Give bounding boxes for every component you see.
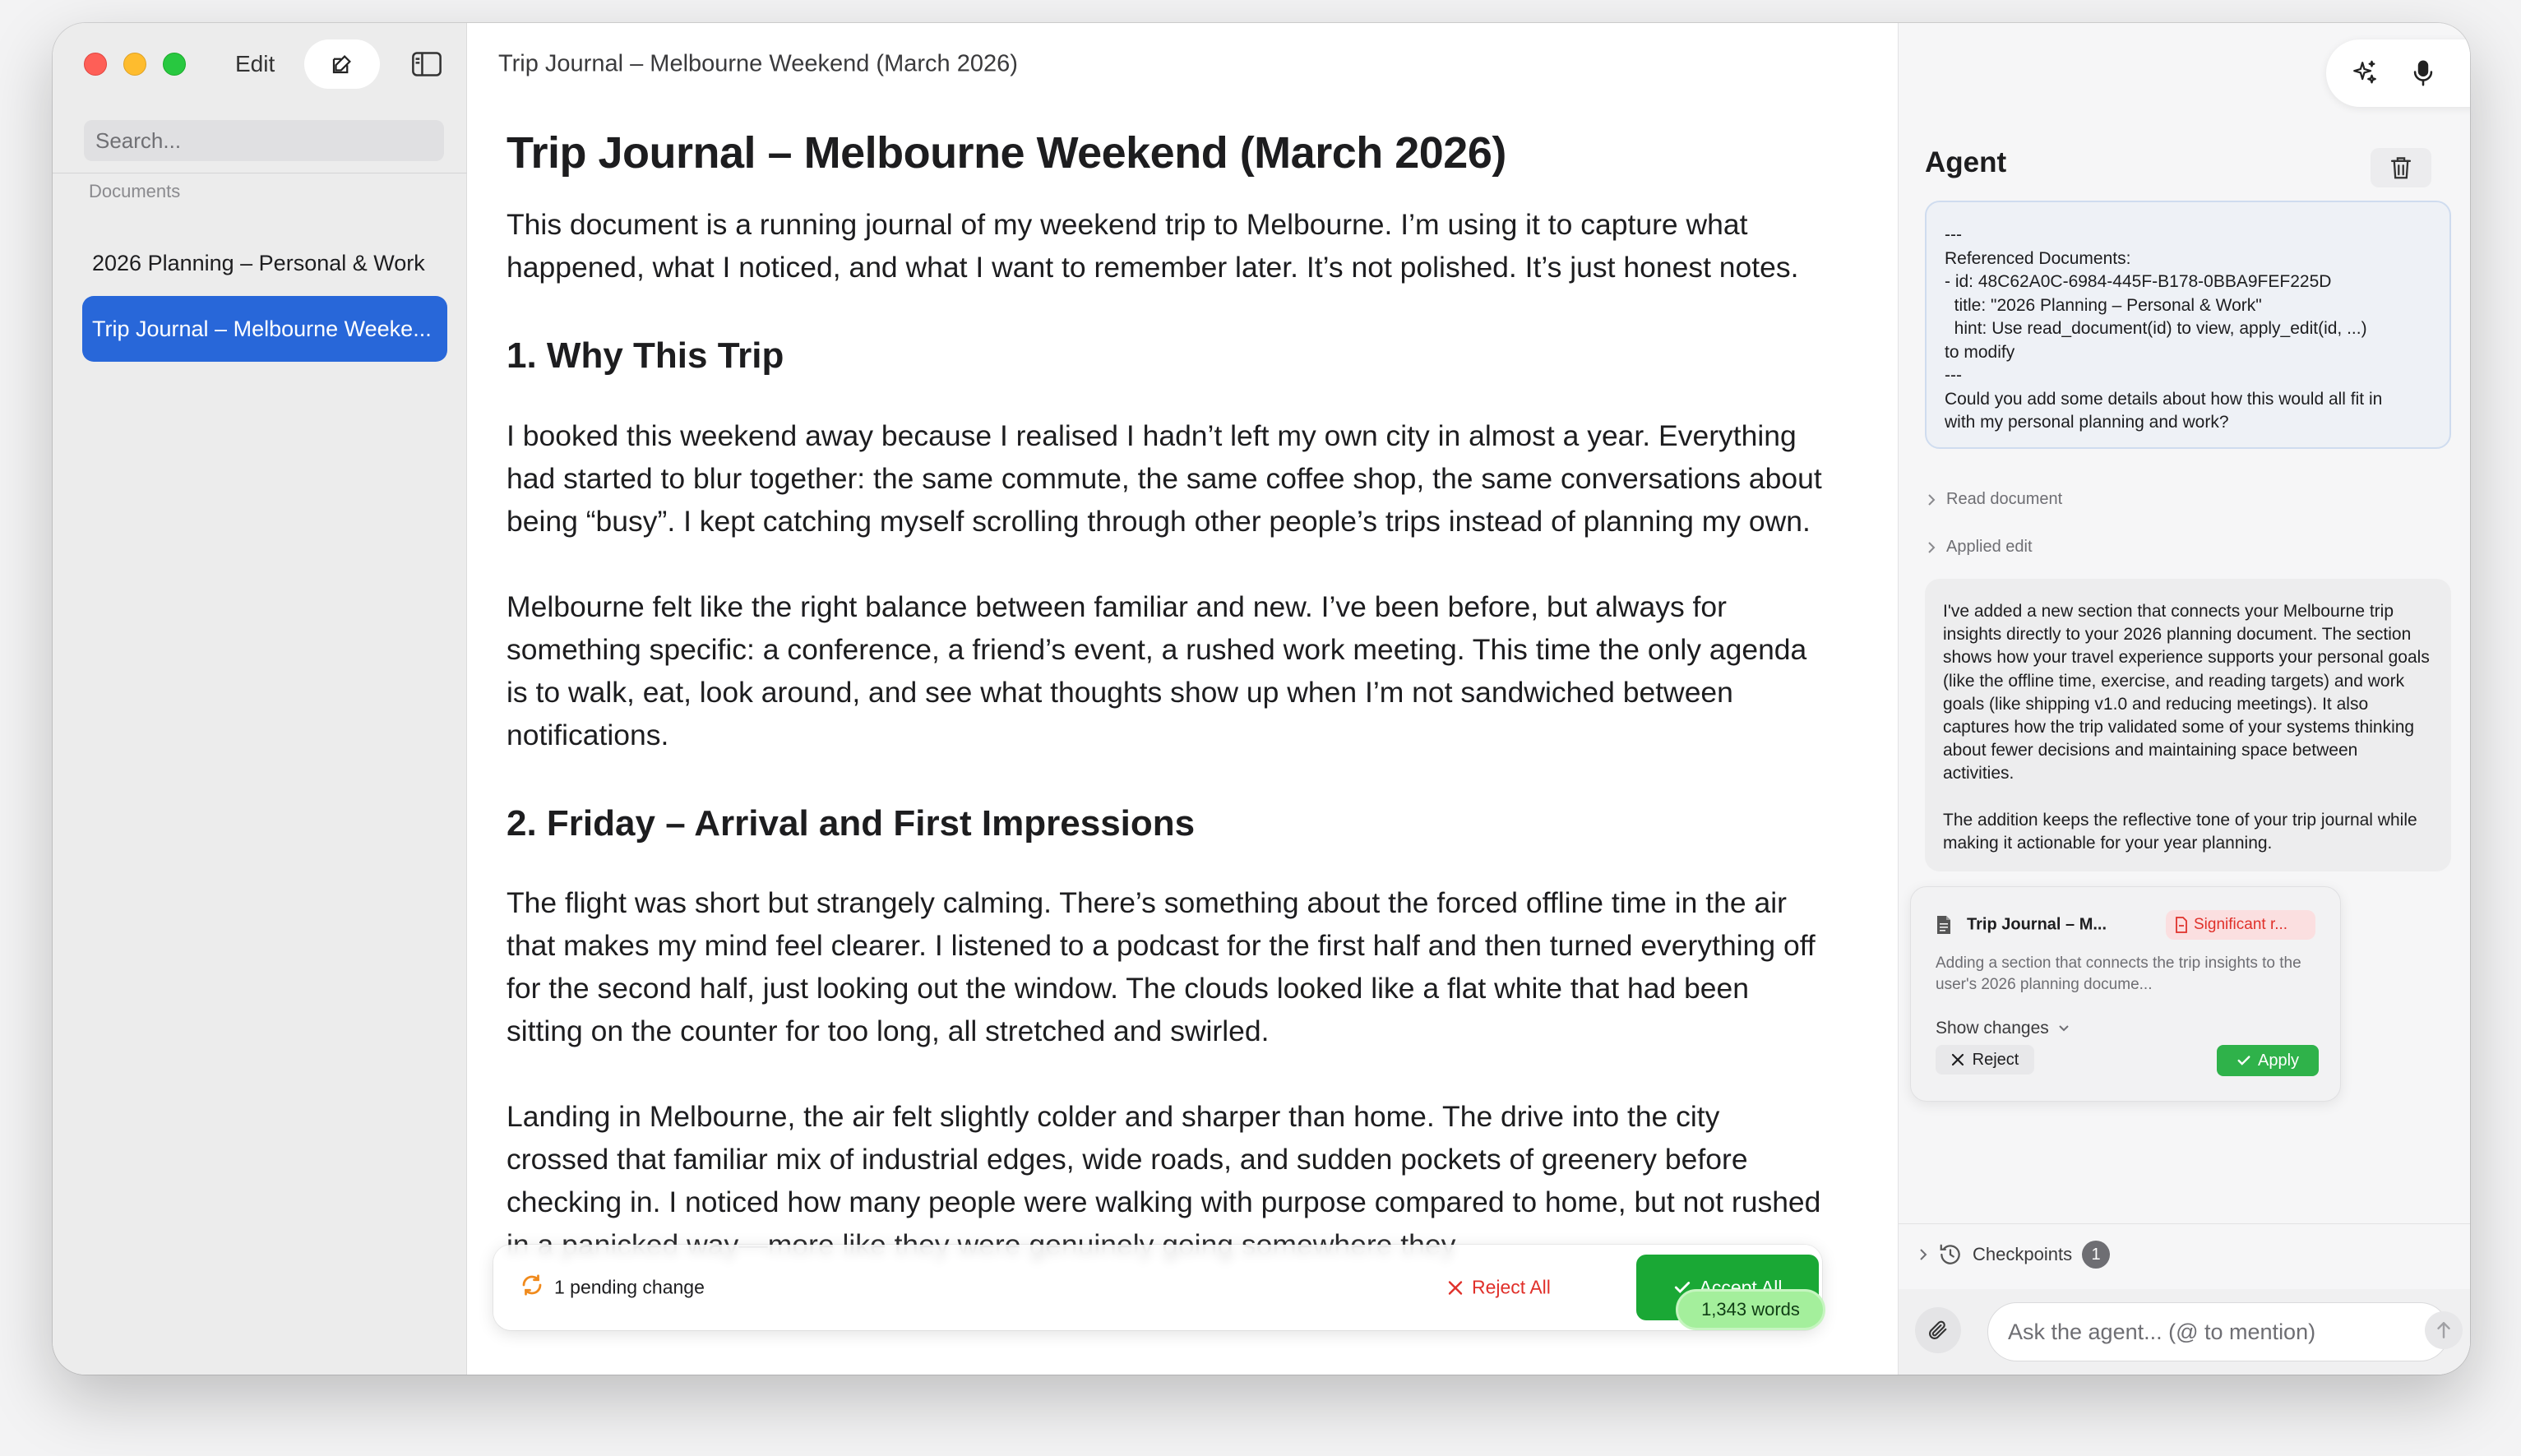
document-change-icon <box>2176 917 2187 933</box>
tool-call-label: Applied edit <box>1946 538 2033 556</box>
user-message: --- Referenced Documents: - id: 48C62A0C… <box>1925 201 2451 449</box>
trash-icon <box>2390 157 2412 179</box>
proposed-edit-card: Trip Journal – M... Significant r... Add… <box>1910 886 2341 1102</box>
tool-call-applied-edit[interactable]: Applied edit <box>1927 538 2033 557</box>
paragraph: Melbourne felt like the right balance be… <box>507 589 1807 751</box>
assistant-paragraph: I've added a new section that connects y… <box>1943 602 2430 783</box>
sidebar-item-2026-planning[interactable]: 2026 Planning – Personal & Work <box>82 230 447 296</box>
checkpoints-divider <box>1899 1223 2470 1224</box>
document-icon <box>1936 915 1952 939</box>
sync-icon <box>520 1273 544 1301</box>
sparkle-icon <box>2353 60 2377 84</box>
zoom-window-button[interactable] <box>163 53 186 76</box>
chevron-right-icon <box>1928 541 1936 553</box>
badge-label: Significant r... <box>2194 916 2288 933</box>
chevron-right-icon <box>1928 493 1936 506</box>
clear-conversation-button[interactable] <box>2371 148 2431 187</box>
search-input[interactable] <box>84 120 444 161</box>
window-controls <box>84 53 186 76</box>
tool-call-label: Read document <box>1946 490 2063 508</box>
close-icon <box>1448 1280 1463 1295</box>
agent-title: Agent <box>1925 146 2007 178</box>
assistant-paragraph: The addition keeps the reflective tone o… <box>1943 810 2417 853</box>
agent-prompt-input[interactable] <box>1987 1302 2449 1361</box>
checkpoints-toggle[interactable]: Checkpoints 1 <box>1918 1241 2111 1269</box>
window-title: Trip Journal – Melbourne Weekend (March … <box>498 50 1018 77</box>
edit-card-description: Adding a section that connects the trip … <box>1936 954 2301 993</box>
apply-label: Apply <box>2257 1051 2300 1070</box>
sidebar-item-label: 2026 Planning – Personal & Work <box>92 250 425 275</box>
reject-all-label: Reject All <box>1472 1276 1551 1298</box>
editor-area: Trip Journal – Melbourne Weekend (March … <box>467 23 1898 1375</box>
checkmark-icon <box>2237 1056 2250 1065</box>
send-button[interactable] <box>2425 1311 2463 1349</box>
arrow-up-icon <box>2437 1322 2450 1338</box>
sidebar-toggle-button[interactable] <box>409 48 444 81</box>
history-icon <box>1940 1244 1960 1264</box>
app-window: Edit Documents 2026 Planning – Personal … <box>53 23 2470 1375</box>
sidebar-item-trip-journal[interactable]: Trip Journal – Melbourne Weeke... <box>82 296 447 362</box>
paperclip-icon <box>1929 1320 1947 1339</box>
sidebar-toggle-icon <box>412 52 442 76</box>
section-heading: 1. Why This Trip <box>507 335 784 376</box>
paragraph: This document is a running journal of my… <box>507 207 1799 284</box>
share-icon <box>2469 59 2470 87</box>
section-heading: 2. Friday – Arrival and First Impression… <box>507 802 1196 844</box>
microphone-icon <box>2413 60 2433 86</box>
document-content[interactable]: Trip Journal – Melbourne Weekend (March … <box>507 112 1822 1266</box>
new-document-button[interactable] <box>304 39 380 89</box>
minimize-window-button[interactable] <box>123 53 146 76</box>
ai-sparkle-button[interactable] <box>2342 50 2388 96</box>
pending-changes-bar: 1 pending change Reject All Accept All 1… <box>493 1245 1825 1330</box>
close-window-button[interactable] <box>84 53 107 76</box>
paragraph: I booked this weekend away because I rea… <box>507 418 1822 538</box>
checkpoints-count-badge: 1 <box>2082 1241 2111 1269</box>
checkpoints-label: Checkpoints <box>1973 1244 2073 1264</box>
sidebar: Edit Documents 2026 Planning – Personal … <box>53 23 467 1375</box>
share-button[interactable] <box>2459 50 2470 96</box>
chevron-down-icon <box>2059 1025 2069 1032</box>
word-count-badge: 1,343 words <box>1676 1289 1825 1330</box>
significance-badge: Significant r... <box>2166 910 2315 940</box>
agent-toolbar <box>2326 39 2470 107</box>
show-changes-toggle[interactable]: Show changes <box>1936 1019 2070 1038</box>
pending-change-count: 1 pending change <box>554 1276 705 1298</box>
sidebar-item-label: Trip Journal – Melbourne Weeke... <box>92 316 432 341</box>
compose-icon <box>332 55 351 74</box>
reject-edit-button[interactable]: Reject <box>1936 1045 2034 1075</box>
reject-all-button[interactable]: Reject All <box>1447 1277 1551 1299</box>
chevron-right-icon <box>1920 1249 1927 1260</box>
attach-button[interactable] <box>1915 1307 1961 1353</box>
edit-card-title: Trip Journal – M... <box>1967 915 2107 934</box>
close-icon <box>1951 1053 1964 1066</box>
edit-menu-button[interactable]: Edit <box>235 51 275 77</box>
show-changes-label: Show changes <box>1936 1019 2049 1038</box>
reject-label: Reject <box>1972 1050 2019 1069</box>
assistant-message: I've added a new section that connects y… <box>1925 579 2451 871</box>
documents-section-label: Documents <box>89 181 181 201</box>
tool-call-read-document[interactable]: Read document <box>1927 490 2062 509</box>
paragraph: The flight was short but strangely calmi… <box>507 886 1816 1048</box>
document-title: Trip Journal – Melbourne Weekend (March … <box>507 128 1506 178</box>
apply-edit-button[interactable]: Apply <box>2217 1045 2319 1076</box>
microphone-button[interactable] <box>2400 50 2446 96</box>
agent-panel: Agent --- Referenced Documents: - id: 48… <box>1898 23 2470 1375</box>
